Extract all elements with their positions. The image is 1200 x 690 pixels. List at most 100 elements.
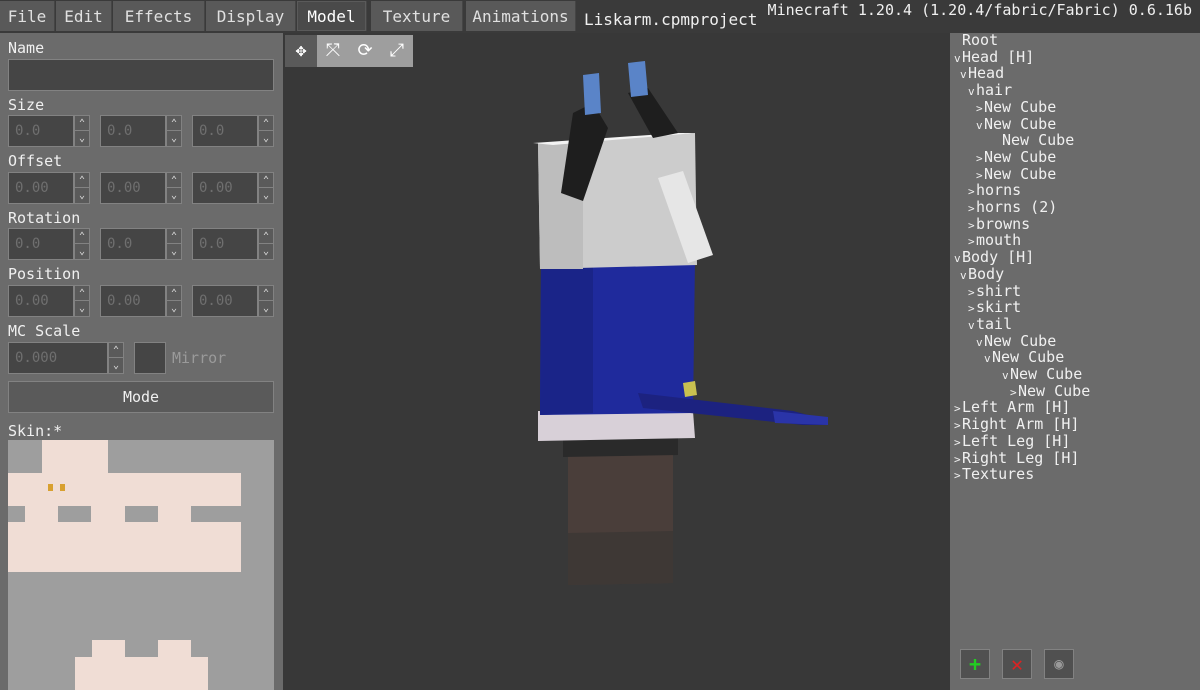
tree-item[interactable]: >New Cube — [1010, 382, 1090, 400]
offset-y-spinner[interactable]: ⌃ ⌄ — [166, 172, 182, 204]
chevron-down-icon[interactable]: v — [960, 68, 968, 81]
chevron-down-icon[interactable]: v — [984, 352, 992, 365]
chevron-right-icon[interactable]: > — [976, 152, 984, 165]
tree-item[interactable]: >New Cube — [976, 98, 1056, 116]
tree-item[interactable]: vNew Cube — [1002, 365, 1082, 383]
tree-item[interactable]: >Right Arm [H] — [954, 415, 1079, 433]
chevron-right-icon[interactable]: > — [968, 185, 976, 198]
chevron-down-icon[interactable]: ⌄ — [167, 301, 181, 316]
position-z-field[interactable]: 0.00 ⌃ ⌄ — [192, 285, 274, 317]
chevron-down-icon[interactable]: ⌄ — [259, 188, 273, 203]
chevron-right-icon[interactable]: > — [954, 436, 962, 449]
size-y-field[interactable]: 0.0 ⌃ ⌄ — [100, 115, 182, 147]
chevron-down-icon[interactable]: v — [976, 119, 984, 132]
rotation-y-field[interactable]: 0.0 ⌃ ⌄ — [100, 228, 182, 260]
tree-item[interactable]: vHead [H] — [954, 48, 1034, 66]
rotation-x-spinner[interactable]: ⌃ ⌄ — [74, 228, 90, 260]
position-x-field[interactable]: 0.00 ⌃ ⌄ — [8, 285, 90, 317]
tree-item[interactable]: >browns — [968, 215, 1030, 233]
chevron-right-icon[interactable]: > — [954, 419, 962, 432]
chevron-up-icon[interactable]: ⌃ — [167, 173, 181, 188]
chevron-up-icon[interactable]: ⌃ — [75, 116, 89, 131]
size-x-input[interactable]: 0.0 — [8, 115, 74, 147]
model-viewport[interactable]: ✥ ⤧ ⟳ ⤢ — [283, 33, 950, 690]
chevron-up-icon[interactable]: ⌃ — [109, 343, 123, 358]
tree-item[interactable]: vhair — [968, 81, 1012, 99]
tree-item[interactable]: vNew Cube — [976, 115, 1056, 133]
offset-y-field[interactable]: 0.00 ⌃ ⌄ — [100, 172, 182, 204]
offset-z-spinner[interactable]: ⌃ ⌄ — [258, 172, 274, 204]
chevron-up-icon[interactable]: ⌃ — [259, 229, 273, 244]
chevron-up-icon[interactable]: ⌃ — [259, 286, 273, 301]
chevron-down-icon[interactable]: v — [968, 85, 976, 98]
mc-scale-input[interactable]: 0.000 — [8, 342, 108, 374]
tab-file[interactable]: File — [0, 1, 55, 31]
size-z-field[interactable]: 0.0 ⌃ ⌄ — [192, 115, 274, 147]
chevron-down-icon[interactable]: ⌄ — [259, 301, 273, 316]
tree-item[interactable]: >Left Arm [H] — [954, 398, 1070, 416]
chevron-up-icon[interactable]: ⌃ — [167, 286, 181, 301]
chevron-right-icon[interactable]: > — [1010, 386, 1018, 399]
size-y-input[interactable]: 0.0 — [100, 115, 166, 147]
size-y-spinner[interactable]: ⌃ ⌄ — [166, 115, 182, 147]
chevron-right-icon[interactable]: > — [954, 453, 962, 466]
chevron-right-icon[interactable]: > — [954, 402, 962, 415]
chevron-up-icon[interactable]: ⌃ — [259, 116, 273, 131]
chevron-down-icon[interactable]: ⌄ — [259, 244, 273, 259]
rotation-x-field[interactable]: 0.0 ⌃ ⌄ — [8, 228, 90, 260]
rotation-y-spinner[interactable]: ⌃ ⌄ — [166, 228, 182, 260]
chevron-down-icon[interactable]: ⌄ — [167, 131, 181, 146]
chevron-right-icon[interactable]: > — [954, 469, 962, 482]
offset-z-input[interactable]: 0.00 — [192, 172, 258, 204]
tab-edit[interactable]: Edit — [56, 1, 112, 31]
tree-item[interactable]: >Textures — [954, 465, 1034, 483]
tree-item[interactable]: vNew Cube — [984, 348, 1064, 366]
tree-item[interactable]: vHead — [960, 64, 1004, 82]
chevron-down-icon[interactable]: v — [976, 336, 984, 349]
chevron-right-icon[interactable]: > — [968, 235, 976, 248]
position-z-spinner[interactable]: ⌃ ⌄ — [258, 285, 274, 317]
chevron-down-icon[interactable]: ⌄ — [75, 131, 89, 146]
tree-item[interactable]: >New Cube — [976, 148, 1056, 166]
chevron-right-icon[interactable]: > — [968, 219, 976, 232]
tree-item[interactable]: >horns (2) — [968, 198, 1057, 216]
rotation-z-input[interactable]: 0.0 — [192, 228, 258, 260]
position-y-input[interactable]: 0.00 — [100, 285, 166, 317]
delete-icon[interactable]: ✕ — [1002, 649, 1032, 679]
rotation-y-input[interactable]: 0.0 — [100, 228, 166, 260]
chevron-down-icon[interactable]: v — [954, 252, 962, 265]
chevron-up-icon[interactable]: ⌃ — [167, 229, 181, 244]
name-input[interactable] — [8, 59, 274, 91]
tree-item[interactable]: vBody [H] — [954, 248, 1034, 266]
offset-x-input[interactable]: 0.00 — [8, 172, 74, 204]
chevron-down-icon[interactable]: ⌄ — [75, 188, 89, 203]
chevron-right-icon[interactable]: > — [968, 202, 976, 215]
position-z-input[interactable]: 0.00 — [192, 285, 258, 317]
chevron-up-icon[interactable]: ⌃ — [75, 229, 89, 244]
tree-item[interactable]: vtail — [968, 315, 1012, 333]
mode-button[interactable]: Mode — [8, 381, 274, 413]
tree-item[interactable]: >mouth — [968, 231, 1021, 249]
size-z-input[interactable]: 0.0 — [192, 115, 258, 147]
mc-scale-field[interactable]: 0.000 ⌃ ⌄ — [8, 342, 124, 374]
chevron-right-icon[interactable]: > — [968, 302, 976, 315]
tree-item[interactable]: >skirt — [968, 298, 1021, 316]
chevron-down-icon[interactable]: ⌄ — [75, 244, 89, 259]
tree-item[interactable]: vBody — [960, 265, 1004, 283]
tree-item[interactable]: New Cube — [994, 131, 1074, 149]
size-z-spinner[interactable]: ⌃ ⌄ — [258, 115, 274, 147]
chevron-down-icon[interactable]: v — [968, 319, 976, 332]
chevron-down-icon[interactable]: ⌄ — [167, 188, 181, 203]
chevron-right-icon[interactable]: > — [976, 102, 984, 115]
rotation-z-spinner[interactable]: ⌃ ⌄ — [258, 228, 274, 260]
tab-effects[interactable]: Effects — [113, 1, 205, 31]
size-x-field[interactable]: 0.0 ⌃ ⌄ — [8, 115, 90, 147]
offset-y-input[interactable]: 0.00 — [100, 172, 166, 204]
visibility-icon[interactable]: ◉ — [1044, 649, 1074, 679]
mirror-checkbox[interactable] — [134, 342, 166, 374]
offset-x-spinner[interactable]: ⌃ ⌄ — [74, 172, 90, 204]
chevron-up-icon[interactable]: ⌃ — [75, 286, 89, 301]
offset-z-field[interactable]: 0.00 ⌃ ⌄ — [192, 172, 274, 204]
chevron-down-icon[interactable]: ⌄ — [259, 131, 273, 146]
tree-item[interactable]: >shirt — [968, 282, 1021, 300]
